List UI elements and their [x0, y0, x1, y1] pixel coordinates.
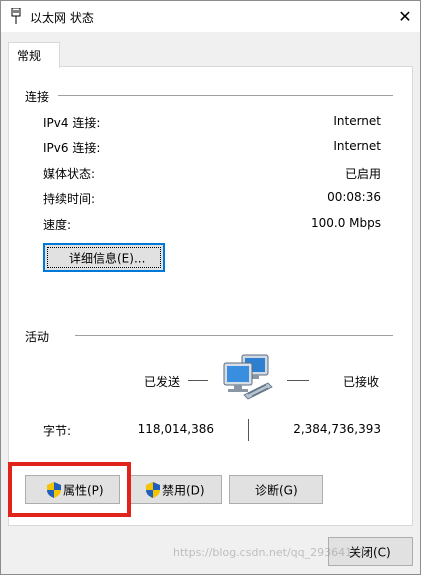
tab-general[interactable]: 常规 [8, 42, 60, 68]
uac-shield-icon [146, 482, 160, 498]
received-label: 已接收 [343, 375, 380, 389]
network-computers-icon [223, 354, 273, 400]
ipv4-value: Internet [333, 114, 381, 128]
title-bar: 以太网 状态 ✕ [1, 1, 420, 32]
speed-label: 速度: [43, 218, 72, 232]
connection-divider [58, 95, 393, 96]
activity-divider [75, 335, 393, 336]
ipv6-label: IPv6 连接: [43, 141, 101, 155]
received-dash [287, 380, 309, 381]
details-button[interactable]: 详细信息(E)... [43, 243, 165, 272]
activity-section-title: 活动 [25, 330, 50, 344]
ethernet-icon [11, 8, 21, 24]
disable-button[interactable]: 禁用(D) [129, 475, 222, 504]
diagnose-button-label: 诊断(G) [255, 483, 298, 497]
window-title: 以太网 状态 [30, 11, 94, 25]
disable-button-label: 禁用(D) [162, 483, 205, 497]
duration-label: 持续时间: [43, 192, 96, 206]
media-state-value: 已启用 [344, 167, 381, 181]
duration-value: 00:08:36 [327, 190, 381, 204]
media-state-label: 媒体状态: [43, 167, 96, 181]
sent-label: 已发送 [144, 375, 181, 389]
ipv4-label: IPv4 连接: [43, 116, 101, 130]
diagnose-button[interactable]: 诊断(G) [229, 475, 323, 504]
sent-bytes-value: 118,014,386 [137, 422, 214, 436]
tab-general-label: 常规 [17, 49, 42, 63]
received-bytes-value: 2,384,736,393 [293, 422, 381, 436]
details-button-label: 详细信息(E)... [69, 251, 146, 265]
close-icon: ✕ [398, 7, 412, 26]
close-window-button[interactable]: ✕ [391, 3, 419, 30]
ipv6-value: Internet [333, 139, 381, 153]
connection-section-title: 连接 [25, 90, 50, 104]
general-panel [8, 66, 413, 526]
sent-dash [188, 380, 208, 381]
ethernet-status-window: 以太网 状态 ✕ 常规 连接 IPv4 连接: Internet IPv6 连接… [0, 0, 421, 575]
watermark: https://blog.csdn.net/qq_29364161 [173, 546, 367, 559]
properties-highlight-box [8, 462, 131, 517]
speed-value: 100.0 Mbps [310, 216, 381, 230]
